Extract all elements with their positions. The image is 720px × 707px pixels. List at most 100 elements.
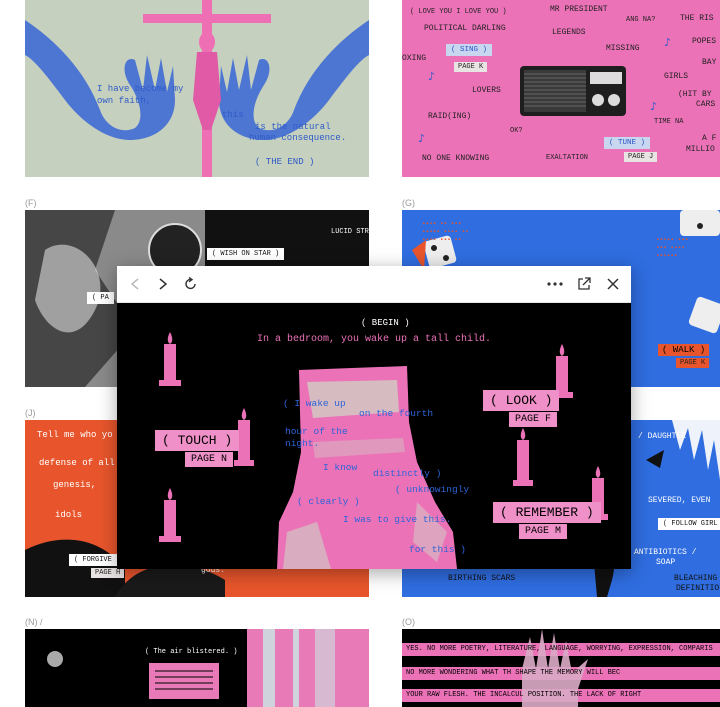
word: ( LOVE YOU I LOVE YOU ) xyxy=(410,8,507,16)
tile-label-o: (O) xyxy=(402,617,415,627)
candle-illustration xyxy=(513,428,533,486)
word: POPES xyxy=(692,37,717,46)
poem-line: for this ) xyxy=(409,544,467,555)
the-end-link[interactable]: ( THE END ) xyxy=(255,157,314,167)
red-text: ▪▪▪▪ ▪▪ ▪▪▪ ▪▪▪▪▪ ▪▪▪▪ ▪▪ ▪▪▪▪ ▪▪▪ ▪▪ xyxy=(422,220,469,243)
word: GIRLS xyxy=(664,72,689,81)
story-modal: ( BEGIN ) In a bedroom, you wake up a ta… xyxy=(117,266,631,569)
daughter-text: / DAUGHTER xyxy=(638,432,687,441)
poem-line: human consequence. xyxy=(249,133,347,143)
poem-line: Tell me who yo xyxy=(37,430,113,440)
intro-text: In a bedroom, you wake up a tall child. xyxy=(257,334,492,345)
tile-label-g: (G) xyxy=(402,198,415,208)
word: EXALTATION xyxy=(546,154,589,162)
open-external-icon[interactable] xyxy=(574,274,594,294)
word: LEGENDS xyxy=(552,28,586,37)
word: MR PRESIDENT xyxy=(550,5,608,14)
poem-line: night. xyxy=(285,438,320,449)
radio-illustration xyxy=(520,66,626,116)
word: A F xyxy=(702,134,717,143)
poem-line: I have become my xyxy=(97,84,184,94)
word: NO ONE KNOWING xyxy=(422,154,490,163)
touch-page-label[interactable]: PAGE N xyxy=(185,452,234,467)
word: RAID(ING) xyxy=(428,112,472,121)
wish-on-star-choice[interactable]: ( WISH ON STAR ) xyxy=(207,248,285,260)
poem-line: is the natural xyxy=(255,122,331,132)
poem-line: ( unknowingly xyxy=(395,484,470,495)
tune-page: PAGE J xyxy=(624,152,658,162)
lucid-text: LUCID STR xyxy=(331,228,369,236)
sing-page: PAGE K xyxy=(454,62,488,72)
air-blistered-text: ( The air blistered. ) xyxy=(145,648,238,656)
tile-label-j: (J) xyxy=(25,408,36,418)
artwork-tile-o[interactable]: YES. NO MORE POETRY, LITERATURE, LANGUAG… xyxy=(402,629,720,707)
artwork-tile-hands[interactable]: I have become my own faith, this is the … xyxy=(25,0,369,177)
o-line: YES. NO MORE POETRY, LITERATURE, LANGUAG… xyxy=(406,645,713,653)
birthing-text: BIRTHING SCARS xyxy=(448,574,516,583)
poem-line: defense of all a xyxy=(39,458,126,468)
candle-illustration xyxy=(159,332,181,386)
back-arrow-icon[interactable] xyxy=(125,274,145,294)
artwork-tile-radio[interactable]: ( LOVE YOU I LOVE YOU ) MR PRESIDENT ANG… xyxy=(402,0,720,177)
word: TIME NA xyxy=(654,118,684,126)
forgive-page: PAGE H xyxy=(91,568,125,578)
poem-line: own faith, xyxy=(97,96,152,106)
music-note-icon: ♪ xyxy=(650,100,658,113)
tune-choice[interactable]: ( TUNE ) xyxy=(604,137,651,149)
word: ANG NA? xyxy=(626,16,656,24)
word: LOVERS xyxy=(472,86,501,95)
walk-choice[interactable]: ( WALK ) xyxy=(658,344,710,356)
poem-line: on the fourth xyxy=(359,408,434,419)
more-options-icon[interactable] xyxy=(545,274,565,294)
word: OK? xyxy=(510,127,523,135)
poem-line: ( I wake up xyxy=(283,398,346,409)
poem-line: genesis, xyxy=(53,480,97,490)
forward-arrow-icon[interactable] xyxy=(153,274,173,294)
word: CARS xyxy=(696,100,716,109)
music-note-icon: ♪ xyxy=(664,36,672,49)
word: THE RIS xyxy=(680,14,714,23)
begin-label[interactable]: ( BEGIN ) xyxy=(361,318,410,328)
soap-text: SOAP xyxy=(656,558,676,567)
poem-line: this xyxy=(222,110,244,120)
music-note-icon: ♪ xyxy=(428,70,436,83)
modal-toolbar xyxy=(117,266,631,303)
remember-choice-button[interactable]: ( REMEMBER ) xyxy=(493,502,601,523)
word: OXING xyxy=(402,54,427,63)
artwork-tile-n[interactable]: ( The air blistered. ) xyxy=(25,629,369,707)
poem-line: I know xyxy=(323,462,358,473)
poem-line: idols xyxy=(55,510,83,520)
word: MILLIO xyxy=(686,145,715,154)
sing-choice[interactable]: ( SING ) xyxy=(446,44,493,56)
antibiotics-text: ANTIBIOTICS / xyxy=(634,548,697,557)
music-note-icon: ♪ xyxy=(418,132,426,145)
touch-choice-button[interactable]: ( TOUCH ) xyxy=(155,430,240,451)
look-choice-button[interactable]: ( LOOK ) xyxy=(483,390,560,411)
word: POLITICAL DARLING xyxy=(424,24,506,33)
blistered-illustration xyxy=(47,629,369,707)
candle-illustration xyxy=(159,488,181,542)
hands-crucifix-illustration xyxy=(25,0,369,177)
walk-page: PAGE K xyxy=(676,358,710,368)
word: MISSING xyxy=(606,44,640,53)
refresh-icon[interactable] xyxy=(181,274,201,294)
tile-label-n: (N) / xyxy=(25,617,43,627)
word: (HIT BY xyxy=(678,90,712,99)
poem-line: I was to give this. xyxy=(343,514,452,525)
o-line: YOUR RAW FLESH. THE INCALCUL POSITION. T… xyxy=(406,691,642,699)
word: BAY xyxy=(702,58,717,67)
poem-line: hour of the xyxy=(285,426,348,437)
remember-page-label[interactable]: PAGE M xyxy=(519,524,568,539)
look-page-label[interactable]: PAGE F xyxy=(509,412,558,427)
definition-text: DEFINITIO xyxy=(676,584,720,593)
forgive-choice[interactable]: ( FORGIVE xyxy=(69,554,117,566)
follow-girl-choice[interactable]: ( FOLLOW GIRL xyxy=(658,518,720,530)
red-text: ▪▪▪▪▪ ▪▪▪ ▪▪▪ ▪▪▪▪ ▪▪▪▪▪▪ xyxy=(656,236,689,259)
pa-choice[interactable]: ( PA xyxy=(87,292,114,304)
severed-text: SEVERED, EVEN xyxy=(648,496,711,505)
bleaching-text: BLEACHING xyxy=(674,574,718,583)
close-icon[interactable] xyxy=(603,274,623,294)
o-line: NO MORE WONDERING WHAT TH SHAPE THE MEMO… xyxy=(406,669,621,677)
tile-label-f: (F) xyxy=(25,198,37,208)
poem-line: ( clearly ) xyxy=(297,496,360,507)
